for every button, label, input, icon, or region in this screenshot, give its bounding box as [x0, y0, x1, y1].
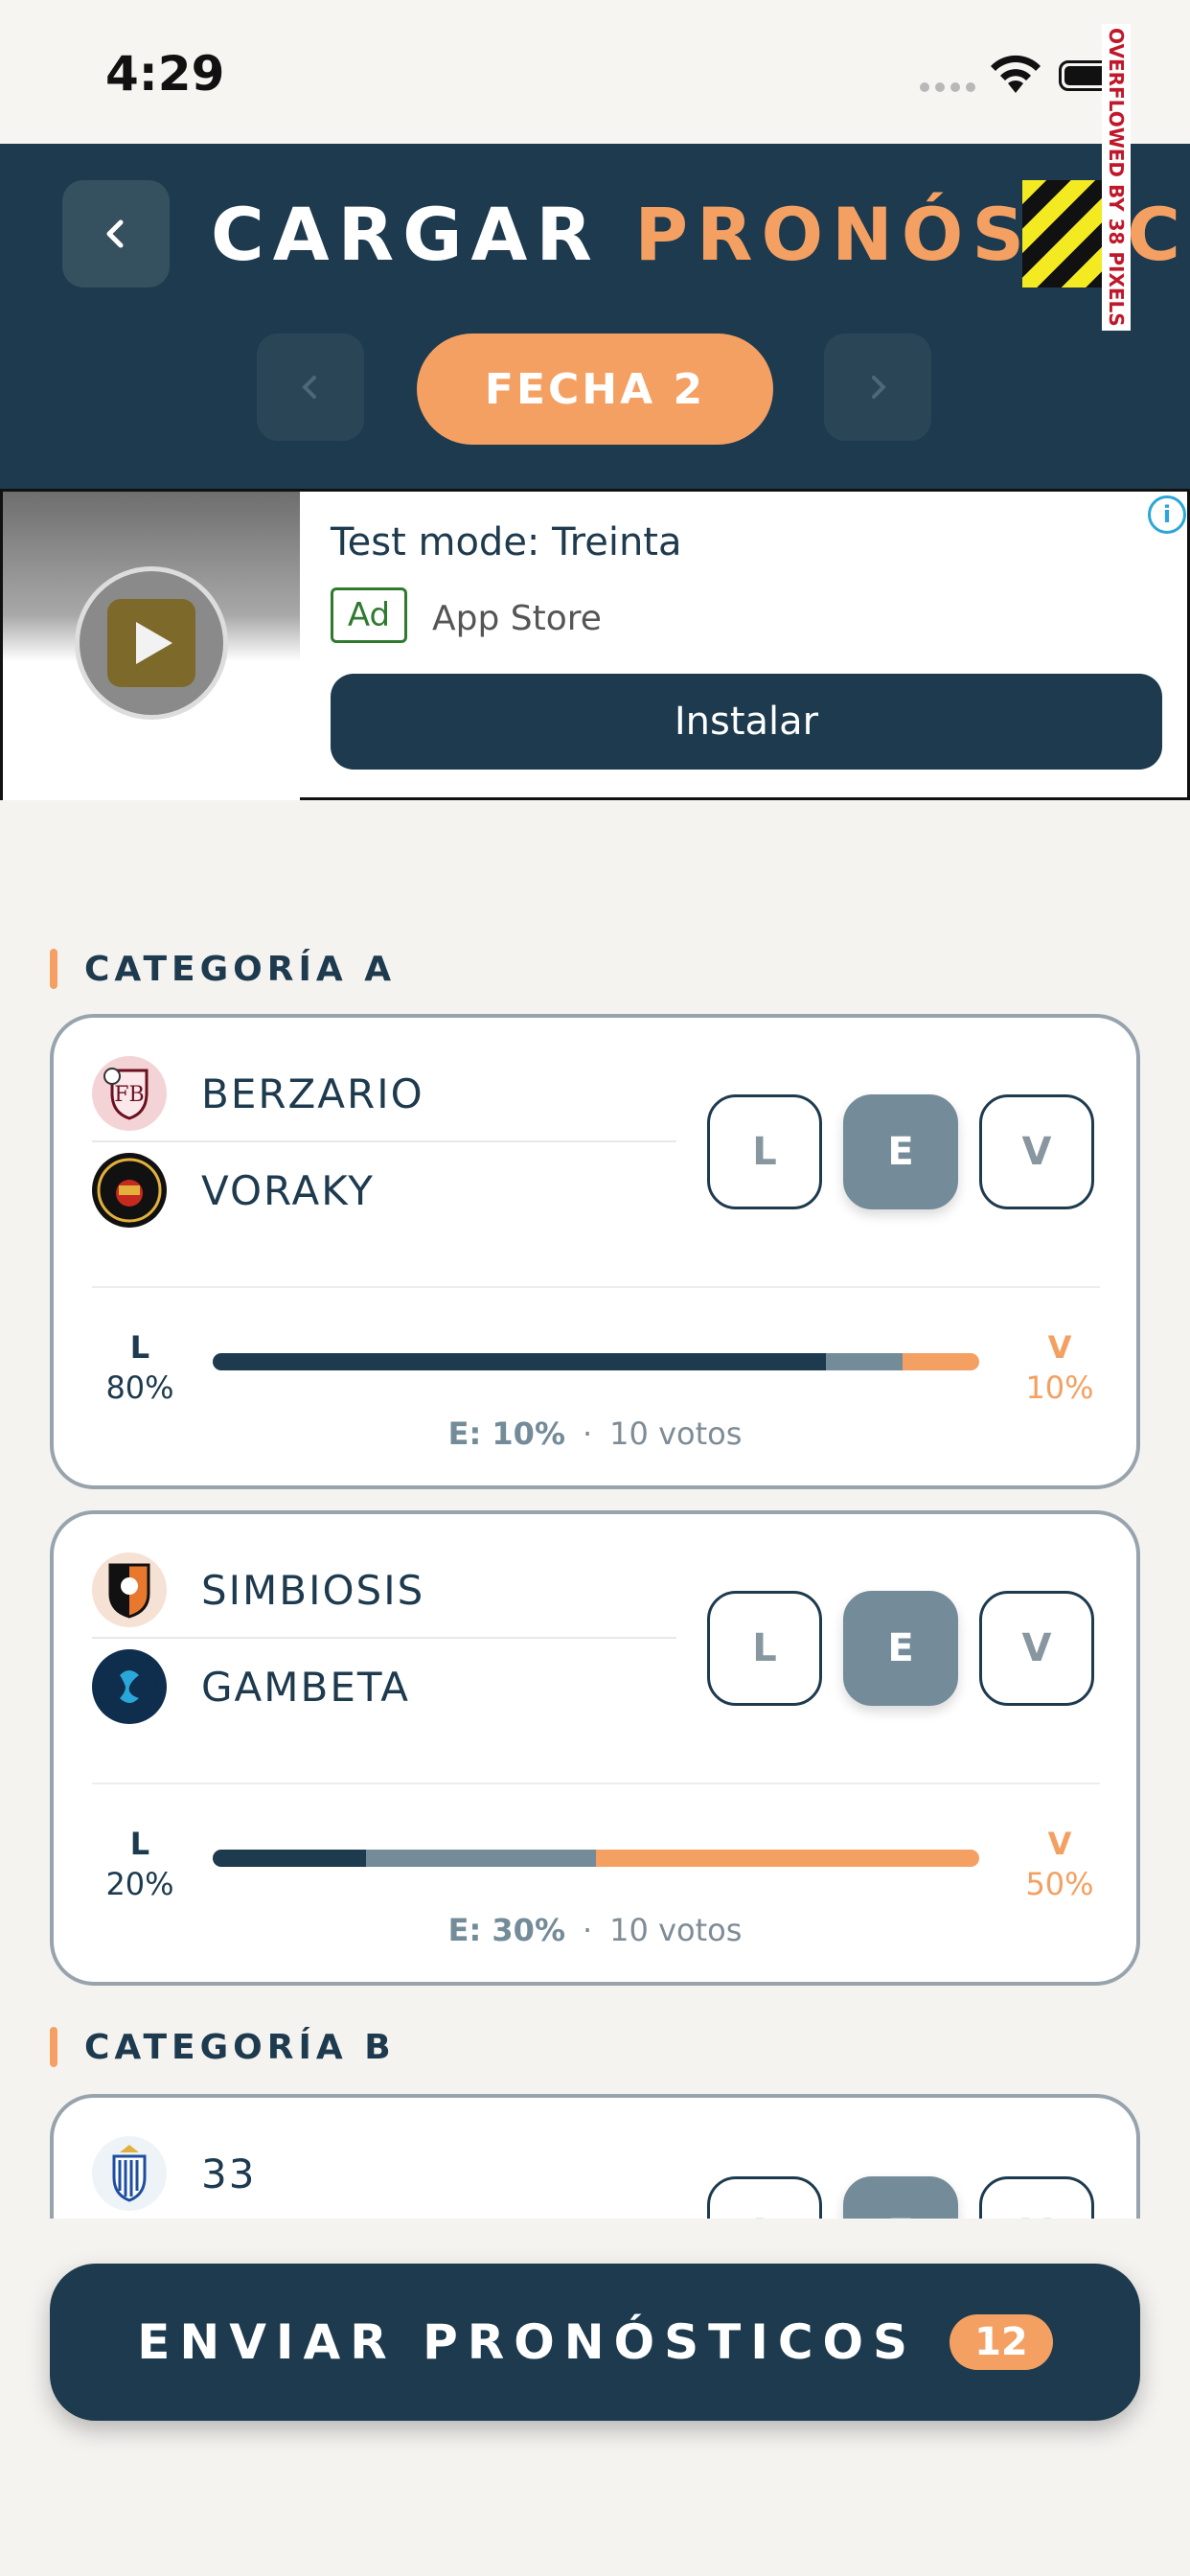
next-fecha-button[interactable]	[824, 334, 931, 441]
visitante-percentage: V 50%	[1025, 1826, 1094, 1902]
home-team-name: BERZARIO	[201, 1070, 424, 1117]
ad-thumbnail[interactable]	[3, 492, 300, 800]
status-bar: 4:29	[0, 0, 1190, 144]
away-team: VORAKY	[92, 1142, 676, 1238]
send-predictions-button[interactable]: ENVIAR PRONÓSTICOS 12	[50, 2264, 1140, 2421]
match-card: SIMBIOSIS GAMBETA L E V L 20% V 50% E: 3…	[50, 1510, 1140, 1986]
choice-empate-button[interactable]: E	[843, 2176, 958, 2219]
home-team-name: SIMBIOSIS	[201, 1566, 425, 1614]
match-card: FB BERZARIO VORAKY L E V L 80% V 10% E:	[50, 1014, 1140, 1489]
ad-badge: Ad	[331, 587, 407, 643]
home-team-name: 33	[201, 2150, 257, 2197]
predictions-count-badge: 12	[950, 2314, 1053, 2370]
away-team-name: GAMBETA	[201, 1663, 410, 1711]
send-predictions-label: ENVIAR PRONÓSTICOS	[137, 2314, 918, 2370]
empate-segment	[826, 1353, 903, 1370]
chevron-left-icon	[106, 219, 124, 248]
choice-local-button[interactable]: L	[707, 2176, 822, 2219]
vote-count: 10 votos	[609, 1912, 743, 1948]
club-crest-icon	[92, 1649, 167, 1724]
category-label: CATEGORÍA A	[84, 949, 397, 989]
category-label: CATEGORÍA B	[84, 2027, 396, 2067]
cellular-signal-icon	[920, 82, 975, 92]
status-time: 4:29	[105, 46, 225, 102]
choice-local-button[interactable]: L	[707, 1094, 822, 1209]
play-icon[interactable]	[75, 566, 228, 720]
home-team: 33	[92, 2127, 676, 2219]
choice-empate-button[interactable]: E	[843, 1591, 958, 1706]
local-percentage: L 20%	[105, 1826, 174, 1902]
home-team: FB BERZARIO	[92, 1046, 676, 1142]
match-card: 33 L E V	[50, 2094, 1140, 2219]
wifi-icon	[991, 55, 1041, 93]
choice-visitante-button[interactable]: V	[979, 1591, 1094, 1706]
local-segment	[213, 1850, 366, 1867]
vote-distribution-bar	[213, 1850, 979, 1867]
chevron-left-icon	[302, 376, 316, 399]
back-button[interactable]	[62, 180, 170, 288]
svg-text:FB: FB	[114, 1083, 144, 1107]
chevron-right-icon	[872, 376, 886, 399]
ad-banner[interactable]: Test mode: Treinta Ad App Store Instalar…	[0, 489, 1190, 800]
home-team: SIMBIOSIS	[92, 1543, 676, 1639]
vote-distribution-bar	[213, 1353, 979, 1370]
ad-install-button[interactable]: Instalar	[331, 674, 1162, 770]
header: CARGAR PRONÓSTICO FECHA 2	[0, 144, 1190, 489]
info-icon[interactable]: i	[1148, 495, 1186, 534]
fecha-selector[interactable]: FECHA 2	[417, 334, 773, 445]
category-header: CATEGORÍA A	[50, 949, 396, 989]
choice-empate-button[interactable]: E	[843, 1094, 958, 1209]
away-team: GAMBETA	[92, 1639, 676, 1735]
club-crest-icon	[92, 2136, 167, 2211]
club-crest-icon	[92, 1153, 167, 1228]
vote-summary: E: 10% · 10 votos	[447, 1415, 743, 1452]
choice-visitante-button[interactable]: V	[979, 2176, 1094, 2219]
away-team-name: VORAKY	[201, 1166, 375, 1214]
title-part-white: CARGAR	[211, 192, 601, 277]
empate-percentage: E: 10%	[447, 1415, 565, 1452]
visitante-segment	[903, 1353, 979, 1370]
empate-segment	[366, 1850, 596, 1867]
club-crest-icon: FB	[92, 1056, 167, 1131]
visitante-percentage: V 10%	[1025, 1329, 1094, 1406]
local-segment	[213, 1353, 826, 1370]
club-crest-icon	[92, 1552, 167, 1627]
choice-visitante-button[interactable]: V	[979, 1094, 1094, 1209]
previous-fecha-button[interactable]	[257, 334, 364, 441]
visitante-segment	[596, 1850, 979, 1867]
vote-count: 10 votos	[609, 1415, 743, 1452]
overflow-warning-label: OVERFLOWED BY 38 PIXELS	[1102, 24, 1131, 331]
overflow-hazard-stripes	[1022, 180, 1102, 288]
choice-local-button[interactable]: L	[707, 1591, 822, 1706]
ad-store-label: App Store	[432, 599, 602, 638]
predictions-list[interactable]: CATEGORÍA A FB BERZARIO VORAKY L E V L 8…	[0, 800, 1190, 2238]
vote-summary: E: 30% · 10 votos	[447, 1912, 743, 1948]
local-percentage: L 80%	[105, 1329, 174, 1406]
ad-title: Test mode: Treinta	[331, 520, 682, 564]
category-header: CATEGORÍA B	[50, 2027, 396, 2067]
empate-percentage: E: 30%	[447, 1912, 565, 1948]
